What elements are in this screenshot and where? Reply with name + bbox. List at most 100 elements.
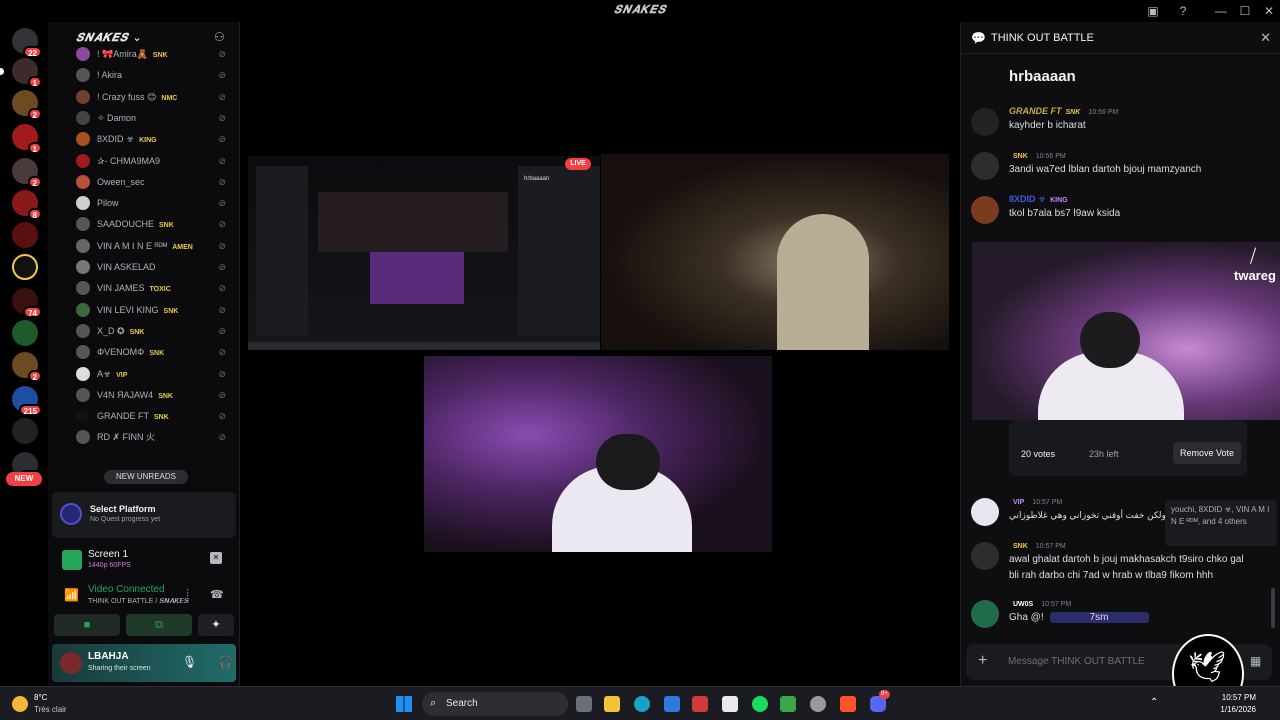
avatar[interactable] (60, 652, 82, 674)
member-name: GRANDE FT (97, 411, 150, 422)
voice-member[interactable]: ✰- CHMA9MA9 ⊘ (76, 151, 236, 171)
camera-button[interactable]: ■ (54, 614, 120, 636)
voice-member[interactable]: A☣ VIP ⊘ (76, 364, 236, 384)
server-icon[interactable]: 215 (12, 386, 42, 416)
avatar[interactable] (971, 600, 999, 628)
voice-member[interactable]: VIN JAMES TOXIC ⊘ (76, 278, 236, 298)
voice-member[interactable]: VIN A M I N E ᴿᴰᴹ AMEN ⊘ (76, 236, 236, 256)
voice-member[interactable]: VIN ASKELAD ⊘ (76, 257, 236, 277)
new-badge[interactable]: NEW (6, 472, 42, 486)
app-icon[interactable] (780, 696, 796, 712)
muted-mic-icon: ⊘ (218, 283, 226, 294)
file-explorer-icon[interactable] (604, 696, 620, 712)
new-unreads-pill[interactable]: NEW UNREADS (104, 470, 188, 484)
notepad-icon[interactable] (722, 696, 738, 712)
phoenix-icon: 🕊 (1188, 651, 1227, 684)
voice-member[interactable]: ! Akira ⊘ (76, 65, 236, 85)
inbox-icon[interactable]: ▣ (1142, 2, 1164, 20)
voice-member[interactable]: V4N ЯAJAW4 SNK ⊘ (76, 385, 236, 405)
voice-member[interactable]: VIN LEVI KING SNK ⊘ (76, 300, 236, 320)
close-icon[interactable]: ✕ (1260, 30, 1271, 46)
voice-member[interactable]: X_D ✪ SNK ⊘ (76, 321, 236, 341)
screen-share-card[interactable]: Screen 1 1440p 60FPS ✕ (48, 544, 240, 580)
voice-channel-name[interactable]: THINK OUT BATTLE / 𝑺𝑵𝑨𝑲𝑬𝑺 (88, 598, 189, 606)
voice-member[interactable]: ! Crazy fuss 😊 NMC ⊘ (76, 87, 236, 107)
muted-mic-icon: ⊘ (218, 198, 226, 209)
avatar[interactable] (971, 152, 999, 180)
voice-member[interactable]: SAADOUCHE SNK ⊘ (76, 214, 236, 234)
message-input[interactable]: Message THINK OUT BATTLE (1008, 656, 1145, 667)
pip-video-tile[interactable]: twareg ⧸ (972, 242, 1280, 420)
plus-icon[interactable]: + (978, 652, 987, 670)
voice-member[interactable]: Oween_sec ⊘ (76, 172, 236, 192)
minimize-button[interactable]: — (1210, 2, 1232, 20)
brave-icon[interactable] (840, 696, 856, 712)
avatar[interactable] (971, 498, 999, 526)
home-button[interactable]: 22 (12, 28, 42, 58)
taskbar-search[interactable]: ⌕ Search (422, 692, 568, 716)
avatar (76, 302, 90, 317)
add-member-icon[interactable]: ⚇ (214, 30, 225, 44)
edge-icon[interactable] (634, 696, 650, 712)
member-name: ✧ Damon (97, 112, 137, 123)
avatar[interactable] (971, 196, 999, 224)
voice-member[interactable]: RD ✗ FINN 火 ⊘ (76, 427, 236, 447)
muted-mic-icon: ⊘ (218, 368, 226, 379)
muted-mic-icon: ⊘ (218, 176, 226, 187)
remove-vote-button[interactable]: Remove Vote (1173, 442, 1241, 464)
reaction-tooltip: youchi, 8XDID ☣, VIN A M I N E ᴿᴰᴹ, and … (1165, 500, 1277, 546)
microphone-icon[interactable]: 🎙 (182, 655, 197, 669)
headphones-icon[interactable]: 🎧 (218, 655, 233, 669)
voice-member[interactable]: ✧ Damon ⊘ (76, 108, 236, 128)
voice-member[interactable]: Pilow ⊘ (76, 193, 236, 213)
close-window-button[interactable]: ✕ (1258, 2, 1280, 20)
member-name: A☣ (97, 368, 112, 379)
avatar (76, 430, 90, 445)
connection-icon[interactable]: 📶 (64, 588, 79, 602)
webcam-tile[interactable] (424, 356, 772, 552)
server-icon[interactable] (12, 320, 38, 346)
quest-panel[interactable]: Select Platform No Quest progress yet (52, 492, 236, 538)
screen-share-button[interactable]: ⧉ (126, 614, 192, 636)
server-icon[interactable]: 2 (12, 352, 42, 382)
screen-share-tile[interactable]: hrbaaaan LIVE (248, 156, 600, 350)
server-icon[interactable]: 74 (12, 288, 42, 318)
webcam-tile[interactable] (601, 154, 949, 350)
help-icon[interactable]: ? (1172, 2, 1194, 20)
windows-start-icon[interactable] (396, 696, 412, 712)
avatar[interactable] (971, 542, 999, 570)
avatar[interactable] (971, 108, 999, 136)
server-icon[interactable]: 2 (12, 90, 42, 120)
member-name: Pilow (97, 198, 119, 209)
task-view-icon[interactable] (576, 696, 592, 712)
server-icon[interactable]: 2 (12, 158, 42, 188)
server-icon[interactable]: 1 (12, 58, 42, 88)
stop-stream-icon[interactable]: ✕ (210, 552, 222, 564)
voice-member[interactable]: GRANDE FT SNK ⊘ (76, 406, 236, 426)
server-icon[interactable] (12, 222, 38, 248)
windows-taskbar: 8°C Très clair ⌕ Search 9+ ⌃ 10:57 PM 1/… (0, 686, 1280, 720)
member-tag: TOXIC (149, 286, 171, 294)
voice-member[interactable]: 8XDID ☣ KING ⊘ (76, 129, 236, 149)
chat-scrollbar[interactable] (1271, 588, 1275, 628)
store-icon[interactable] (664, 696, 680, 712)
steam-icon[interactable] (810, 696, 826, 712)
server-icon[interactable] (12, 418, 38, 444)
member-name: ! Akira (97, 70, 123, 81)
discord-icon[interactable]: 9+ (870, 690, 890, 712)
activities-button[interactable]: ✦ (198, 614, 234, 636)
voice-member[interactable]: ! 🎀Amira🧸 SNK ⊘ (76, 44, 236, 64)
disconnect-icon[interactable]: ☎ (210, 588, 224, 601)
snakes-server-icon[interactable] (12, 254, 38, 280)
maximize-button[interactable]: ☐ (1234, 2, 1256, 20)
noise-suppression-icon[interactable]: ⫶ (186, 588, 189, 601)
poll-card: 20 votes 23h left Remove Vote (1009, 420, 1247, 476)
app-icon[interactable] (692, 696, 708, 712)
voice-member[interactable]: ΦVENOMΦ SNK ⊘ (76, 342, 236, 362)
server-icon[interactable]: 8 (12, 190, 42, 220)
spotify-icon[interactable] (752, 696, 768, 712)
weather-icon[interactable] (12, 696, 28, 712)
apps-icon[interactable]: ▦ (1250, 654, 1261, 668)
server-icon[interactable]: 1 (12, 124, 42, 154)
chevron-up-icon[interactable]: ⌃ (1150, 697, 1158, 708)
